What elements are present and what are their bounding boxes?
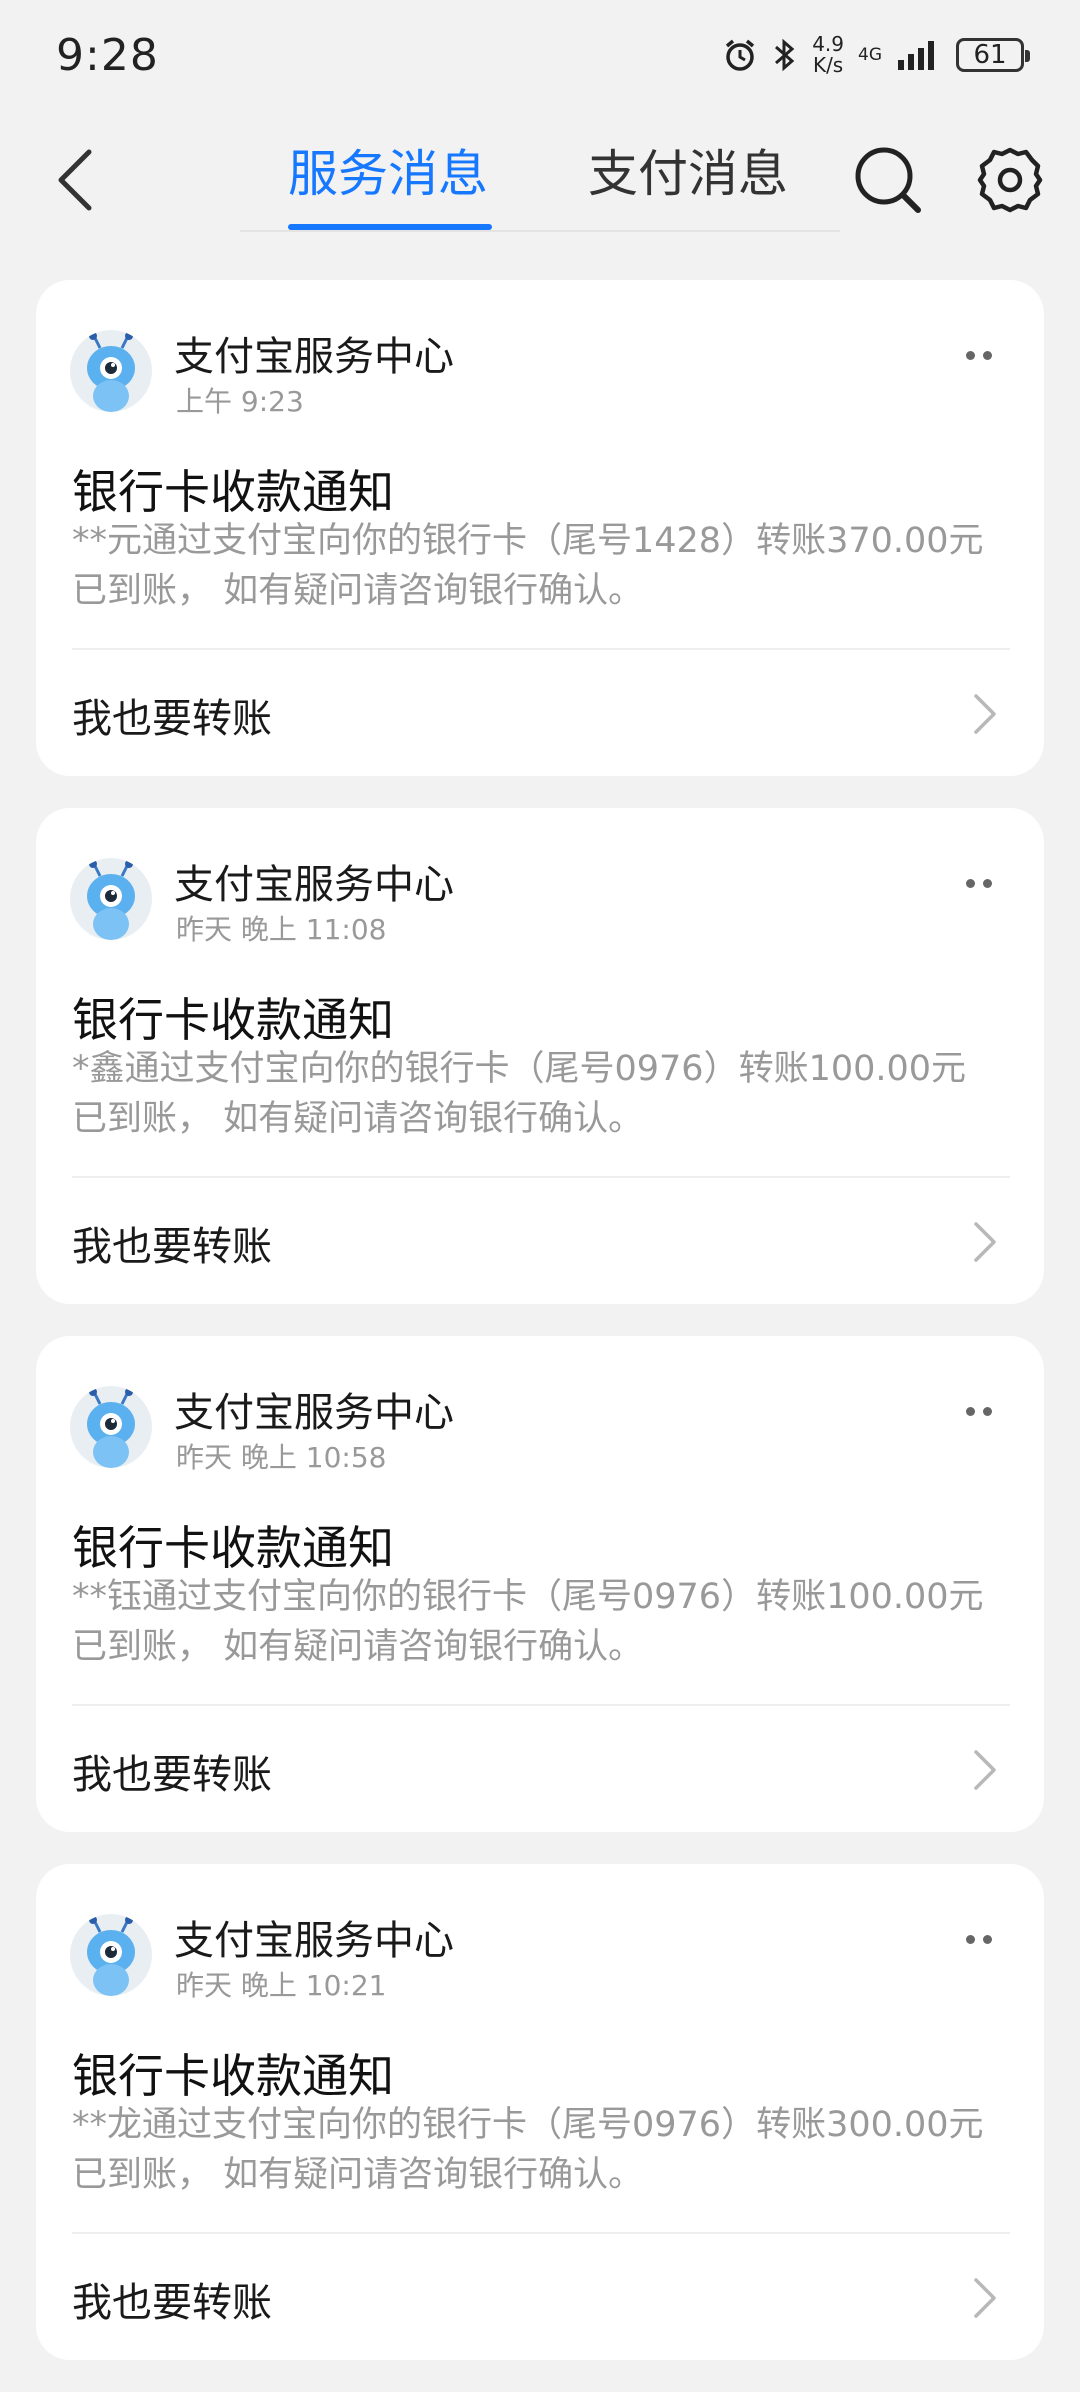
message-body-line: 已到账， 如有疑问请咨询银行确认。 xyxy=(72,2155,644,2195)
tab-payment-messages[interactable]: 支付消息 xyxy=(588,134,788,206)
more-dots-icon xyxy=(983,1406,992,1416)
card-divider xyxy=(72,1176,1010,1178)
card-divider xyxy=(72,2232,1010,2234)
message-body: **钰通过支付宝向你的银行卡（尾号0976）转账100.00元 已到账， 如有疑… xyxy=(72,1572,1032,1672)
more-dots-icon xyxy=(966,1406,975,1416)
search-button[interactable] xyxy=(850,142,926,218)
ant-mascot-avatar xyxy=(87,1388,135,1468)
chevron-right-icon xyxy=(974,1750,996,1790)
back-arrow-icon xyxy=(58,149,92,211)
message-body-line: **钰通过支付宝向你的银行卡（尾号0976）转账100.00元 xyxy=(72,1577,984,1617)
more-dots-icon xyxy=(966,1934,975,1944)
more-dots-icon xyxy=(966,878,975,888)
transfer-action-link[interactable]: 我也要转账 xyxy=(72,1214,272,1272)
battery-level: 61 xyxy=(973,40,1007,70)
transfer-action-link[interactable]: 我也要转账 xyxy=(72,1742,272,1800)
more-button[interactable] xyxy=(954,868,1004,898)
chevron-right-icon xyxy=(974,694,996,734)
status-icons: 4.9 K/s 4G 61 xyxy=(722,34,1030,76)
message-body-line: 已到账， 如有疑问请咨询银行确认。 xyxy=(72,1627,644,1667)
sender-name: 支付宝服务中心 xyxy=(174,862,454,908)
message-body-line: 已到账， 如有疑问请咨询银行确认。 xyxy=(72,571,644,611)
message-card[interactable]: 支付宝服务中心 昨天 晚上 10:58 银行卡收款通知 **钰通过支付宝向你的银… xyxy=(36,1336,1044,1832)
message-title: 银行卡收款通知 xyxy=(72,465,394,519)
gear-icon xyxy=(977,147,1043,213)
card-divider xyxy=(72,648,1010,650)
message-title: 银行卡收款通知 xyxy=(72,2049,394,2103)
tab-service-messages[interactable]: 服务消息 xyxy=(288,134,488,206)
message-time: 昨天 晚上 11:08 xyxy=(176,913,387,946)
alarm-icon xyxy=(726,39,755,71)
back-button[interactable] xyxy=(40,140,110,220)
ant-mascot-avatar xyxy=(87,1916,135,1996)
avatar xyxy=(70,330,152,412)
message-time: 昨天 晚上 10:58 xyxy=(176,1441,387,1474)
more-dots-icon xyxy=(983,350,992,360)
more-button[interactable] xyxy=(954,1924,1004,1954)
header: 服务消息 支付消息 xyxy=(0,120,1080,240)
more-dots-icon xyxy=(983,1934,992,1944)
ant-mascot-avatar xyxy=(87,332,135,412)
more-button[interactable] xyxy=(954,1396,1004,1426)
message-body-line: 已到账， 如有疑问请咨询银行确认。 xyxy=(72,1099,644,1139)
message-body-line: *鑫通过支付宝向你的银行卡（尾号0976）转账100.00元 xyxy=(72,1049,967,1089)
status-time: 9:28 xyxy=(56,29,159,81)
message-time: 昨天 晚上 10:21 xyxy=(176,1969,387,2002)
message-card[interactable]: 支付宝服务中心 昨天 晚上 10:21 银行卡收款通知 **龙通过支付宝向你的银… xyxy=(36,1864,1044,2360)
message-card[interactable]: 支付宝服务中心 上午 9:23 银行卡收款通知 **元通过支付宝向你的银行卡（尾… xyxy=(36,280,1044,776)
network-speed: 4.9 K/s xyxy=(812,34,844,76)
status-bar: 9:28 4.9 K/s 4G 61 xyxy=(0,0,1080,110)
message-body: **元通过支付宝向你的银行卡（尾号1428）转账370.00元 已到账， 如有疑… xyxy=(72,516,1032,616)
signal-icon xyxy=(898,41,934,70)
network-label: 4G xyxy=(858,45,882,65)
search-icon xyxy=(855,147,921,213)
tab-divider xyxy=(240,230,840,232)
speed-value: 4.9 xyxy=(812,32,844,56)
transfer-action-link[interactable]: 我也要转账 xyxy=(72,2270,272,2328)
message-body: *鑫通过支付宝向你的银行卡（尾号0976）转账100.00元 已到账， 如有疑问… xyxy=(72,1044,1032,1144)
more-button[interactable] xyxy=(954,340,1004,370)
more-dots-icon xyxy=(966,350,975,360)
message-list: 支付宝服务中心 上午 9:23 银行卡收款通知 **元通过支付宝向你的银行卡（尾… xyxy=(36,280,1044,2392)
more-dots-icon xyxy=(983,878,992,888)
battery-indicator: 61 xyxy=(956,38,1030,72)
avatar xyxy=(70,1914,152,1996)
active-tab-indicator xyxy=(288,224,492,230)
message-body: **龙通过支付宝向你的银行卡（尾号0976）转账300.00元 已到账， 如有疑… xyxy=(72,2100,1032,2200)
avatar xyxy=(70,1386,152,1468)
bluetooth-icon xyxy=(775,38,795,72)
chevron-right-icon xyxy=(974,2278,996,2318)
chevron-right-icon xyxy=(974,1222,996,1262)
sender-name: 支付宝服务中心 xyxy=(174,334,454,380)
sender-name: 支付宝服务中心 xyxy=(174,1390,454,1436)
message-body-line: **龙通过支付宝向你的银行卡（尾号0976）转账300.00元 xyxy=(72,2105,984,2145)
speed-unit: K/s xyxy=(812,53,844,77)
message-time: 上午 9:23 xyxy=(176,385,304,418)
message-title: 银行卡收款通知 xyxy=(72,993,394,1047)
settings-button[interactable] xyxy=(972,142,1048,218)
message-card[interactable]: 支付宝服务中心 昨天 晚上 11:08 银行卡收款通知 *鑫通过支付宝向你的银行… xyxy=(36,808,1044,1304)
sender-name: 支付宝服务中心 xyxy=(174,1918,454,1964)
message-title: 银行卡收款通知 xyxy=(72,1521,394,1575)
message-body-line: **元通过支付宝向你的银行卡（尾号1428）转账370.00元 xyxy=(72,521,984,561)
transfer-action-link[interactable]: 我也要转账 xyxy=(72,686,272,744)
ant-mascot-avatar xyxy=(87,860,135,940)
card-divider xyxy=(72,1704,1010,1706)
avatar xyxy=(70,858,152,940)
network-type: 4G xyxy=(858,46,882,64)
